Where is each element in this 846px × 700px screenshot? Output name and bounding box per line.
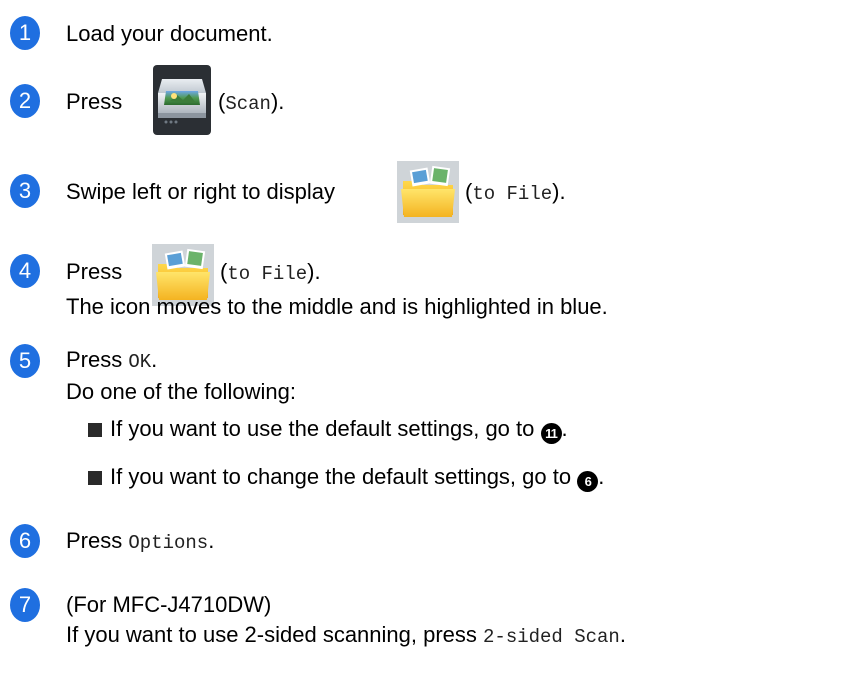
bullet-marker bbox=[88, 471, 102, 485]
bullet-text: If you want to change the default settin… bbox=[110, 464, 604, 492]
step-number-badge: 6 bbox=[10, 524, 40, 558]
step-text-suffix: (Scan). bbox=[218, 89, 284, 117]
step-reference-11: 11 bbox=[540, 423, 562, 444]
folder-photo-icon bbox=[397, 161, 459, 223]
step-text-pre: Press bbox=[66, 347, 129, 372]
step-text-post: . bbox=[208, 528, 215, 553]
step-number-badge: 1 bbox=[10, 16, 40, 50]
step-text-pre: Swipe left or right to display bbox=[66, 179, 336, 204]
step-number-badge: 3 bbox=[10, 174, 40, 208]
step-text-pre: Press bbox=[66, 259, 123, 284]
button-name-scan: Scan bbox=[225, 93, 271, 115]
step-number-badge: 5 bbox=[10, 344, 40, 378]
step-text: Press bbox=[66, 89, 122, 115]
step-text-pre: If you want to use 2-sided scanning, pre… bbox=[66, 622, 484, 647]
step-reference-6: 6 bbox=[577, 471, 599, 492]
step-text-suffix: (to File). bbox=[220, 259, 321, 287]
button-name-to-file: to File bbox=[472, 183, 553, 205]
step-text-line2: The icon moves to the middle and is high… bbox=[66, 294, 608, 319]
bullet-text: If you want to use the default settings,… bbox=[110, 416, 568, 444]
step-text-line2: If you want to use 2-sided scanning, pre… bbox=[66, 622, 626, 650]
step-number-badge: 4 bbox=[10, 254, 40, 288]
step-text: Swipe left or right to display bbox=[66, 179, 335, 205]
button-name-to-file: to File bbox=[227, 263, 308, 285]
step-text: Press Options. bbox=[66, 528, 214, 556]
button-name-2-sided-scan: 2-sided Scan bbox=[483, 626, 620, 648]
step-text-post: . bbox=[151, 347, 158, 372]
step-text-suffix: (to File). bbox=[465, 179, 566, 207]
step-text-pre: Press bbox=[66, 89, 123, 114]
step-text: Press OK. bbox=[66, 347, 157, 375]
button-name-options: Options bbox=[128, 532, 209, 554]
step-number-badge: 7 bbox=[10, 588, 40, 622]
step-text: (For MFC-J4710DW) bbox=[66, 592, 272, 617]
scanner-icon bbox=[153, 65, 211, 135]
bullet-text-end: . bbox=[598, 464, 605, 489]
step-text: Press bbox=[66, 259, 122, 285]
step-text-pre: Press bbox=[66, 528, 129, 553]
step-text: Load your document. bbox=[66, 21, 273, 46]
bullet-text-end: . bbox=[561, 416, 568, 441]
paren-close: ). bbox=[307, 259, 321, 284]
bullet-text-main: If you want to use the default settings,… bbox=[110, 416, 535, 441]
paren-close: ). bbox=[552, 179, 566, 204]
step-text-line2: Do one of the following: bbox=[66, 379, 296, 404]
button-name-ok: OK bbox=[128, 351, 152, 373]
bullet-marker bbox=[88, 423, 102, 437]
step-text-post: . bbox=[619, 622, 626, 647]
bullet-text-main: If you want to change the default settin… bbox=[110, 464, 572, 489]
paren-close: ). bbox=[270, 89, 285, 114]
step-number-badge: 2 bbox=[10, 84, 40, 118]
